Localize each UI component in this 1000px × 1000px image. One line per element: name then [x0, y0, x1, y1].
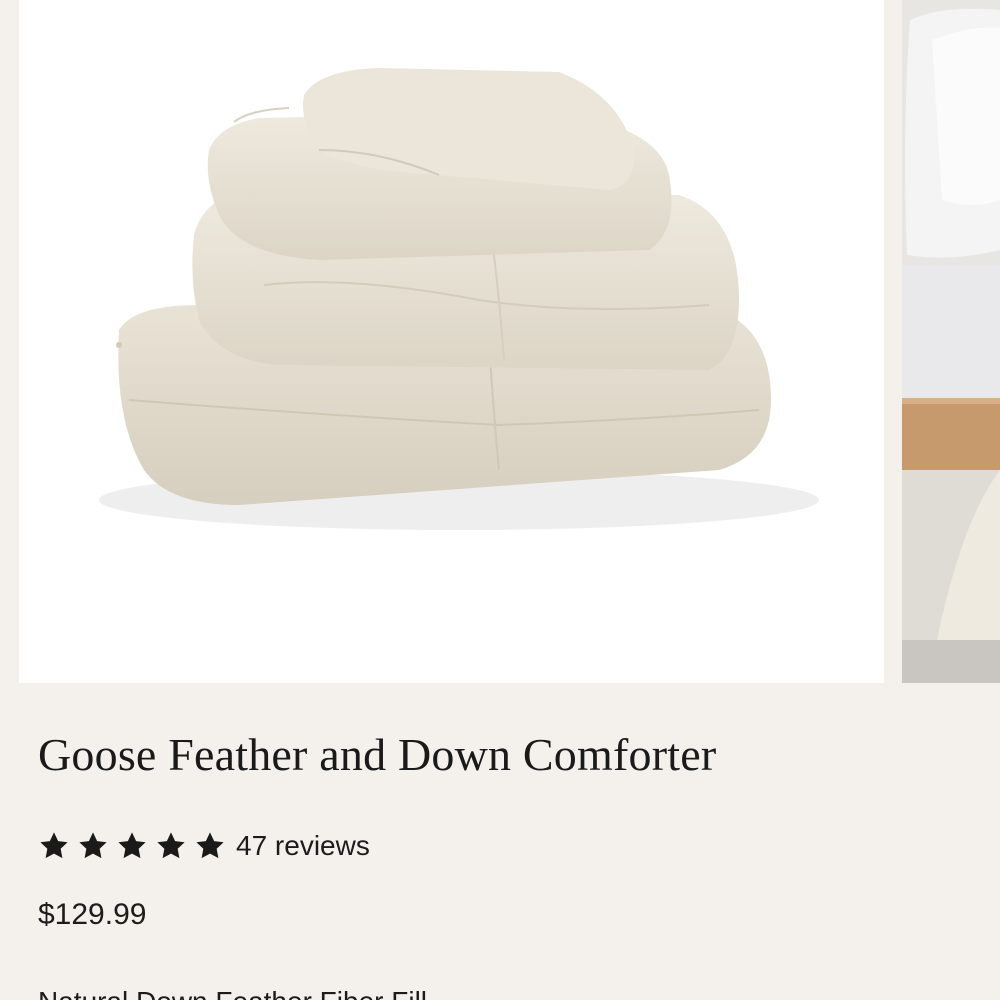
star-rating [38, 830, 226, 862]
product-price: $129.99 [38, 898, 147, 931]
feature-line: Natural Down Feather Fiber Fill [38, 986, 427, 1000]
reviews-link[interactable]: 47 reviews [236, 830, 370, 862]
bedroom-image [902, 0, 1000, 683]
product-page: Goose Feather and Down Comforter 47 revi… [0, 0, 1000, 1000]
star-icon [155, 830, 187, 862]
gallery-image-next[interactable] [902, 0, 1000, 683]
comforter-stack-image [19, 0, 884, 683]
star-icon [38, 830, 70, 862]
rating-row[interactable]: 47 reviews [38, 826, 370, 866]
gallery-image-main[interactable] [19, 0, 884, 683]
star-icon [116, 830, 148, 862]
star-icon [194, 830, 226, 862]
product-image-gallery[interactable] [0, 0, 1000, 684]
star-icon [77, 830, 109, 862]
product-title: Goose Feather and Down Comforter [38, 729, 717, 780]
